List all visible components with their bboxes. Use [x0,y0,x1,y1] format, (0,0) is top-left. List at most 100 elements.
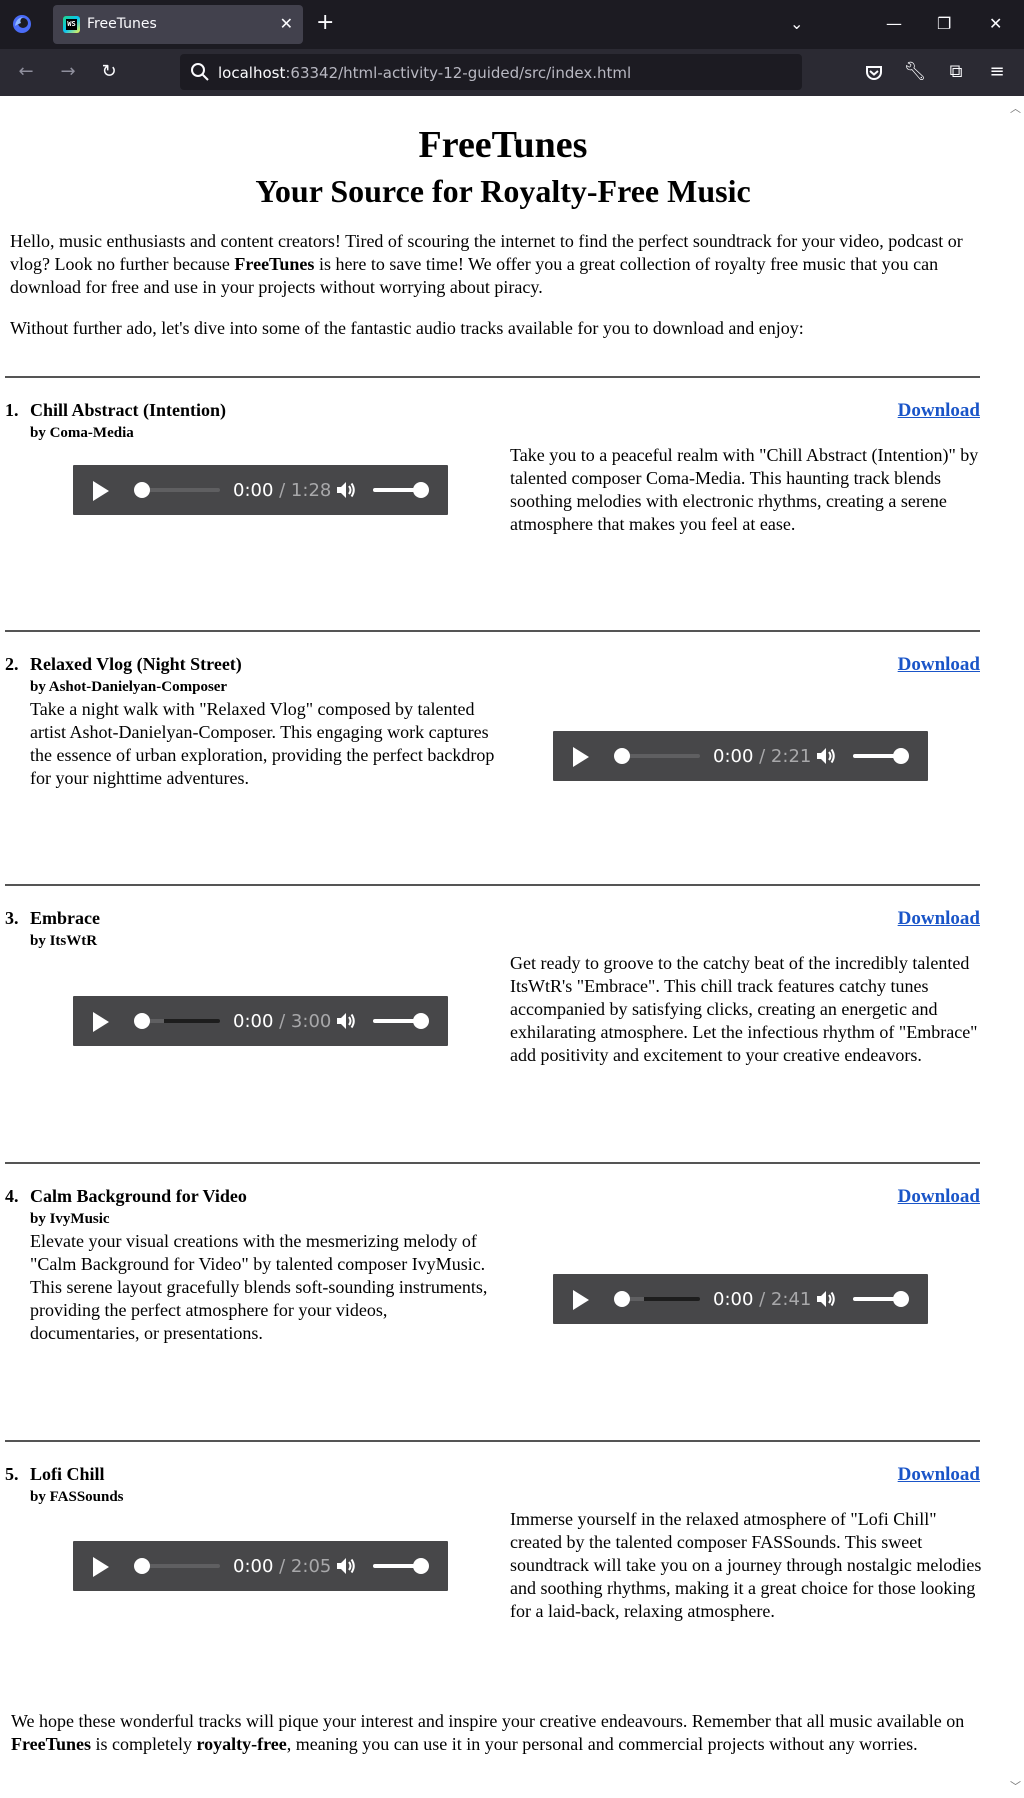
outro-text-3: , meaning you can use it in your persona… [286,1734,918,1754]
track-description: Elevate your visual creations with the m… [30,1231,488,1343]
scroll-down-icon[interactable]: ﹀ [1010,1778,1021,1794]
outro-paragraph: We hope these wonderful tracks will piqu… [11,1710,991,1756]
outro-text-2: is completely [91,1734,197,1754]
track-description: Take you to a peaceful realm with "Chill… [510,445,979,534]
track-artist: by FASSounds [30,1489,124,1505]
new-tab-icon[interactable]: + [316,11,334,35]
minimize-icon[interactable]: — [886,12,902,36]
track-title: Chill Abstract (Intention) [30,400,227,420]
audio-player[interactable]: 0:00 / 1:28 [73,465,448,515]
duration: / 2:41 [753,1289,812,1310]
time-display: 0:00 / 2:41 [713,1289,811,1310]
time-display: 0:00 / 1:28 [233,480,331,501]
play-icon[interactable] [93,481,109,501]
track-item-1: 1. Chill Abstract (Intention) by Coma-Me… [5,376,980,630]
volume-thumb[interactable] [893,747,909,764]
download-link[interactable]: Download [898,654,980,676]
volume-icon[interactable] [335,479,357,501]
audio-player[interactable]: 0:00 / 2:05 [73,1540,448,1591]
page-content: FreeTunes Your Source for Royalty-Free M… [0,125,1006,340]
track-item-4: 4. Calm Background for Video by IvyMusic… [5,1162,980,1440]
page-subtitle: Your Source for Royalty-Free Music [255,173,751,209]
reload-icon[interactable]: ↻ [97,60,121,84]
scroll-up-icon[interactable]: ︿ [1010,100,1021,116]
play-icon[interactable] [573,1290,589,1310]
pocket-icon[interactable] [863,62,885,84]
volume-thumb[interactable] [413,1557,429,1574]
track-artist: by Coma-Media [30,425,134,441]
track-title: Relaxed Vlog (Night Street) [30,654,242,674]
volume-thumb[interactable] [413,482,429,498]
progress-track[interactable] [620,1297,700,1301]
current-time: 0:00 [233,480,274,501]
url-text[interactable]: localhost:63342/html-activity-12-guided/… [218,64,631,82]
address-bar[interactable]: localhost:63342/html-activity-12-guided/… [180,54,802,90]
track-item-5: 5. Lofi Chill by FASSounds Download Imme… [5,1440,981,1742]
close-window-icon[interactable]: ✕ [989,12,1002,36]
volume-icon[interactable] [335,1010,357,1032]
progress-track[interactable] [140,488,220,492]
outro-text-1: We hope these wonderful tracks will piqu… [11,1711,965,1731]
progress-track[interactable] [140,1019,220,1023]
play-icon[interactable] [573,746,589,767]
track-list: 1. Chill Abstract (Intention) by Coma-Me… [0,376,1006,1742]
download-link[interactable]: Download [898,1186,980,1208]
play-icon[interactable] [93,1556,109,1577]
audio-player[interactable]: 0:00 / 2:21 [553,730,928,781]
track-artist: by Ashot-Danielyan-Composer [30,679,228,695]
volume-icon[interactable] [815,1288,837,1310]
progress-track[interactable] [140,1563,220,1568]
duration: / 3:00 [273,1011,332,1032]
outro-brand: FreeTunes [11,1734,92,1754]
track-item-2: 2. Relaxed Vlog (Night Street) by Ashot-… [5,630,980,884]
list-all-tabs-chevron-icon[interactable]: ⌄ [790,12,803,36]
time-display: 0:00 / 2:21 [713,746,811,767]
volume-thumb[interactable] [893,1291,909,1307]
webstorm-favicon-icon: WS [63,16,80,33]
current-time: 0:00 [233,1555,274,1577]
volume-thumb[interactable] [413,1013,429,1029]
close-tab-icon[interactable]: ✕ [280,14,293,34]
play-icon[interactable] [93,1012,109,1032]
audio-player[interactable]: 0:00 / 3:00 [73,996,448,1046]
progress-thumb[interactable] [134,1013,150,1029]
track-description: Take a night walk with "Relaxed Vlog" co… [30,699,495,788]
track-number: 5. [5,1464,19,1484]
volume-icon[interactable] [815,745,837,767]
back-arrow-icon[interactable]: ← [14,60,38,84]
extensions-icon[interactable]: ⧉ [944,60,968,84]
wrench-icon[interactable]: 🔧︎ [903,60,927,84]
download-link[interactable]: Download [898,1464,980,1486]
menu-icon[interactable]: ≡ [985,60,1009,84]
download-link[interactable]: Download [898,908,980,930]
audio-player[interactable]: 0:00 / 2:41 [553,1274,928,1324]
current-time: 0:00 [713,1289,754,1310]
progress-track[interactable] [620,753,700,758]
track-artist: by IvyMusic [30,1211,110,1227]
forward-arrow-icon[interactable]: → [56,60,80,84]
track-number: 3. [5,908,19,928]
duration: / 2:21 [753,745,812,767]
page-scrollbar[interactable]: ︿ ﹀ [1006,96,1024,1798]
progress-thumb[interactable] [134,1557,150,1574]
track-description: Immerse yourself in the relaxed atmosphe… [510,1509,982,1621]
restore-icon[interactable]: ❐ [937,12,951,36]
time-display: 0:00 / 3:00 [233,1011,331,1032]
duration: / 1:28 [273,480,332,501]
progress-thumb[interactable] [614,747,630,764]
progress-thumb[interactable] [134,482,150,498]
intro-brand: FreeTunes [234,254,315,274]
intro-paragraph: Hello, music enthusiasts and content cre… [10,230,996,299]
download-link[interactable]: Download [898,400,980,422]
page-viewport: FreeTunes Your Source for Royalty-Free M… [0,96,1006,1798]
intro-paragraph-2: Without further ado, let's dive into som… [10,318,804,338]
track-artist: by ItsWtR [30,933,98,949]
tab-title: FreeTunes [87,16,157,32]
tab-freetunes[interactable]: WS FreeTunes ✕ [53,5,303,44]
firefox-logo-icon[interactable] [12,14,32,34]
current-time: 0:00 [713,745,754,767]
volume-icon[interactable] [335,1555,357,1577]
duration: / 2:05 [273,1555,332,1577]
progress-thumb[interactable] [614,1291,630,1307]
time-display: 0:00 / 2:05 [233,1556,331,1577]
